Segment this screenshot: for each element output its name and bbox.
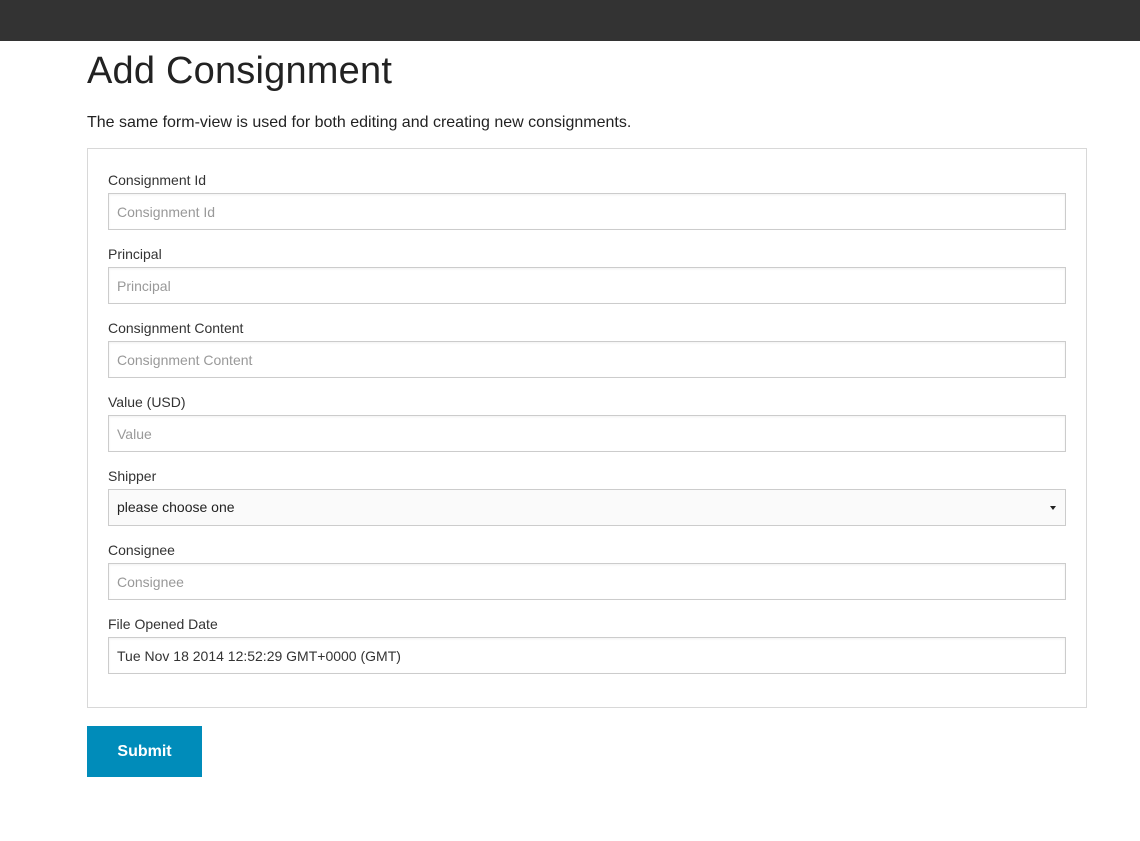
value-usd-label: Value (USD) bbox=[108, 394, 186, 410]
principal-input[interactable] bbox=[108, 267, 1066, 304]
value-usd-input[interactable] bbox=[108, 415, 1066, 452]
shipper-select[interactable]: please choose one bbox=[108, 489, 1066, 526]
shipper-selected-value: please choose one bbox=[117, 499, 235, 515]
consignment-content-field: Consignment Content bbox=[108, 319, 1066, 378]
consignee-input[interactable] bbox=[108, 563, 1066, 600]
top-navigation-bar bbox=[0, 0, 1140, 41]
shipper-field: Shipper please choose one bbox=[108, 467, 1066, 526]
consignment-id-label: Consignment Id bbox=[108, 172, 207, 188]
consignment-id-input[interactable] bbox=[108, 193, 1066, 230]
file-opened-date-field: File Opened Date bbox=[108, 615, 1066, 674]
consignment-form: Consignment Id Principal Consignment Con… bbox=[87, 148, 1087, 708]
consignment-id-field: Consignment Id bbox=[108, 171, 1066, 230]
page-description: The same form-view is used for both edit… bbox=[87, 114, 632, 131]
submit-button[interactable]: Submit bbox=[87, 726, 202, 777]
value-usd-field: Value (USD) bbox=[108, 393, 1066, 452]
chevron-down-icon bbox=[1050, 506, 1056, 510]
consignee-label: Consignee bbox=[108, 542, 175, 558]
principal-label: Principal bbox=[108, 246, 162, 262]
principal-field: Principal bbox=[108, 245, 1066, 304]
consignment-content-label: Consignment Content bbox=[108, 320, 244, 336]
consignee-field: Consignee bbox=[108, 541, 1066, 600]
file-opened-date-input[interactable] bbox=[108, 637, 1066, 674]
file-opened-date-label: File Opened Date bbox=[108, 616, 218, 632]
shipper-label: Shipper bbox=[108, 468, 157, 484]
main-content: Add Consignment The same form-view is us… bbox=[87, 41, 1087, 777]
page-title: Add Consignment bbox=[87, 50, 393, 92]
consignment-content-input[interactable] bbox=[108, 341, 1066, 378]
